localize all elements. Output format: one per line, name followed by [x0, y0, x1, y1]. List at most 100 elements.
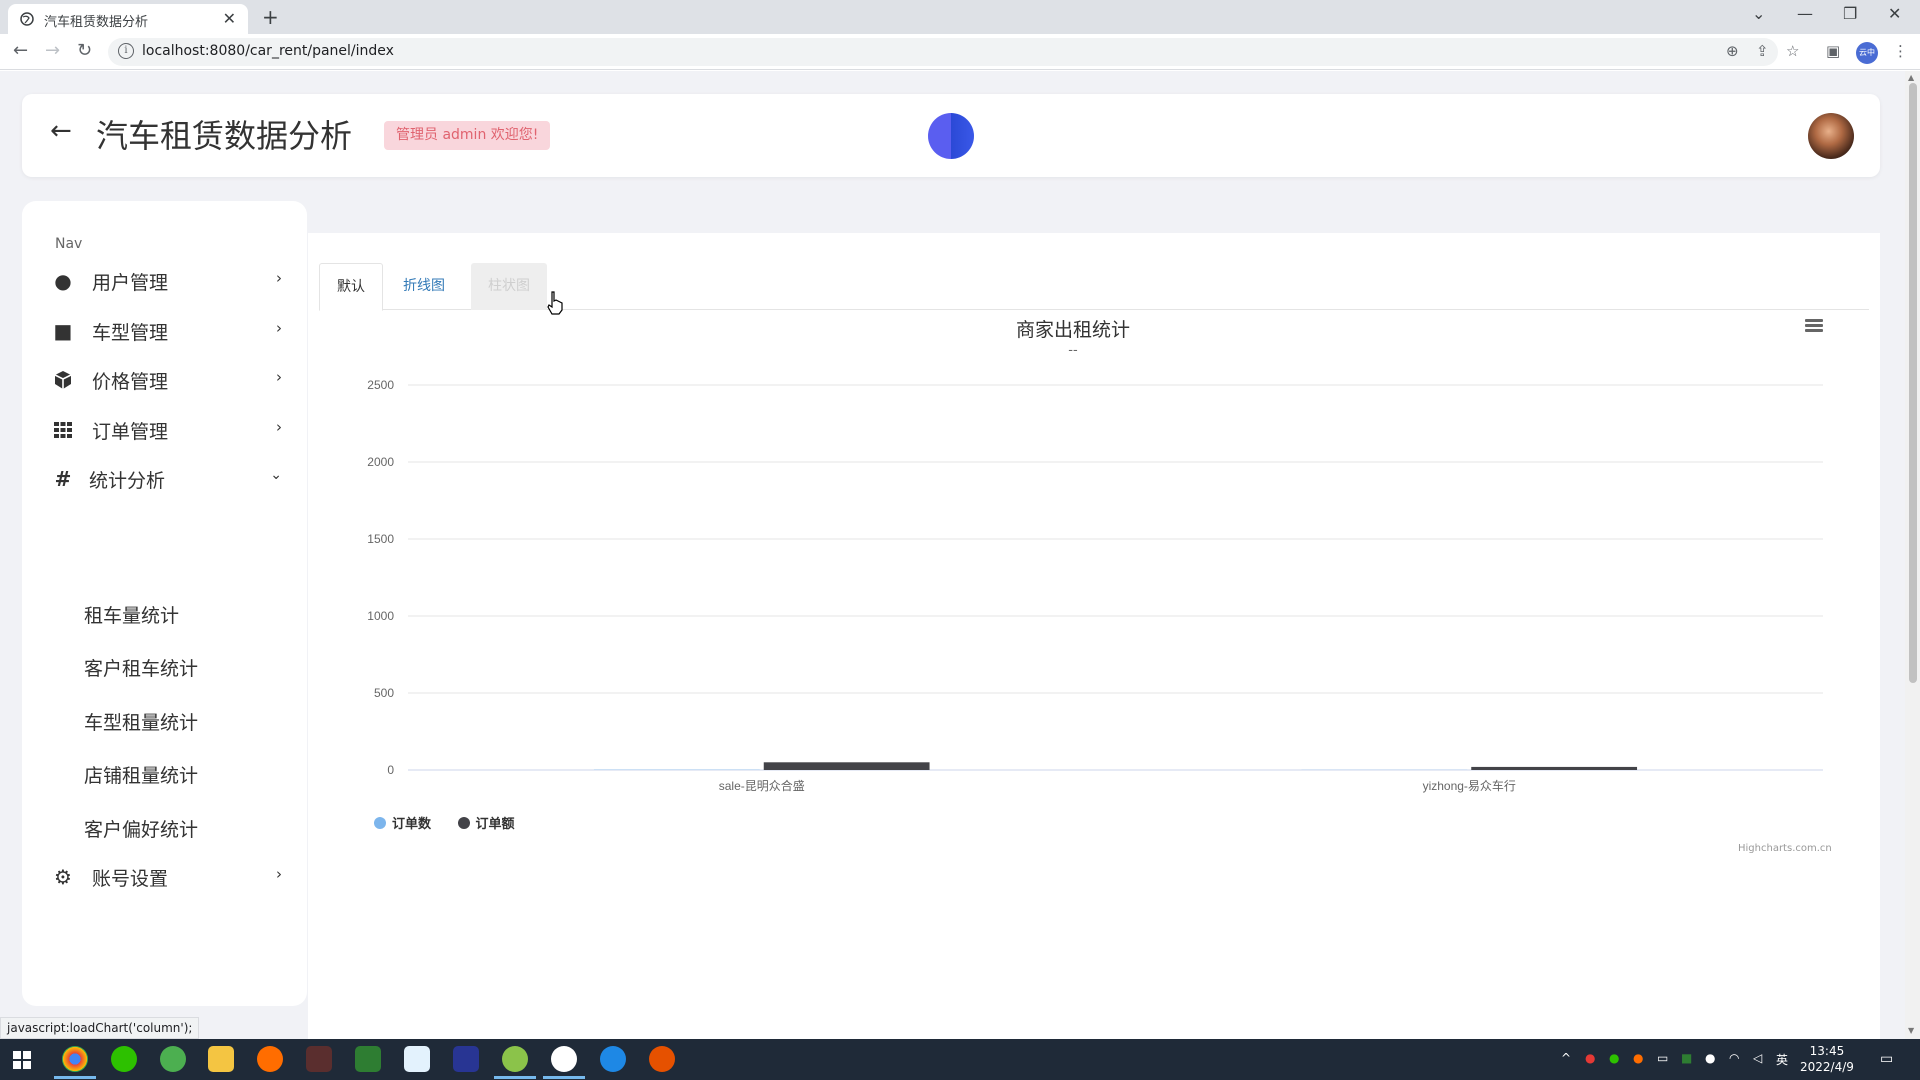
globe-icon — [20, 12, 34, 26]
back-arrow-icon[interactable]: ← — [50, 116, 72, 146]
clock-date: 2022/4/9 — [1800, 1060, 1854, 1074]
folder-app-icon[interactable] — [208, 1046, 234, 1072]
sidebar-item-statistics[interactable]: # 统计分析 ⌄ — [52, 459, 282, 499]
chevron-right-icon: › — [276, 368, 282, 386]
network-app-icon[interactable] — [404, 1046, 430, 1072]
sidebar-subitem-customer-preference[interactable]: 客户偏好统计 — [84, 815, 198, 842]
sidebar-item-order-management[interactable]: 订单管理 › — [52, 410, 282, 450]
chrome-app-icon[interactable] — [54, 1046, 96, 1079]
new-tab-button[interactable]: + — [262, 5, 279, 29]
chart-legend: 订单数 订单额 — [374, 813, 537, 832]
sidebar-subitem-shop-rental[interactable]: 店铺租量统计 — [84, 761, 198, 788]
close-window-button[interactable]: ✕ — [1888, 4, 1901, 23]
welcome-badge: 管理员 admin 欢迎您! — [384, 121, 551, 150]
back-icon[interactable]: ← — [13, 40, 28, 61]
browser-toolbar: ← → ↻ i localhost:8080/car_rent/panel/in… — [0, 34, 1920, 70]
sidebar-subitem-customer-rental[interactable]: 客户租车统计 — [84, 654, 198, 681]
tray-expand-icon[interactable]: ^ — [1561, 1051, 1571, 1065]
sidebar-item-label: 账号设置 — [92, 868, 169, 890]
search-tray-icon[interactable]: ● — [1633, 1051, 1643, 1065]
minimize-button[interactable]: — — [1797, 4, 1813, 23]
os-taskbar: ^ ● ● ● ▭ ■ ● ◠ ◁ 英 13:45 2022/4/9 ▭ — [0, 1039, 1920, 1080]
green-app-icon[interactable] — [160, 1046, 186, 1072]
user-avatar[interactable] — [1808, 113, 1854, 159]
page-header: ← 汽车租赁数据分析 管理员 admin 欢迎您! — [22, 94, 1880, 177]
chevron-right-icon: › — [276, 418, 282, 436]
grid-icon — [54, 422, 72, 438]
game-app-icon[interactable] — [306, 1046, 332, 1072]
loading-spinner-icon — [928, 113, 974, 159]
chart-credits[interactable]: Highcharts.com.cn — [1738, 843, 1832, 854]
bookmark-star-icon[interactable]: ☆ — [1786, 42, 1799, 60]
zoom-icon[interactable]: ⊕ — [1726, 42, 1739, 60]
hash-icon: # — [54, 467, 72, 491]
sidebar-item-car-type-management[interactable]: ■ 车型管理 › — [52, 311, 282, 351]
x-tick-label: sale-昆明众合盛 — [719, 778, 805, 793]
chart-plot: 0 500 1000 1500 2000 2500 sale-昆明众合盛 yizhong-易众… — [367, 378, 1823, 793]
chevron-right-icon: › — [276, 865, 282, 883]
sidebar-subitem-car-type-rental[interactable]: 车型租量统计 — [84, 708, 198, 735]
y-tick-label: 1500 — [367, 532, 394, 546]
editor-app-icon[interactable] — [453, 1046, 479, 1072]
tab-bar-chart[interactable]: 柱状图 — [471, 263, 547, 310]
bar-amount — [1471, 766, 1638, 770]
wechat-app-icon[interactable] — [111, 1046, 137, 1072]
share-icon[interactable]: ⇪ — [1756, 42, 1769, 60]
y-tick-label: 2500 — [367, 378, 394, 392]
spreadsheet-app-icon[interactable] — [355, 1046, 381, 1072]
address-bar[interactable]: i localhost:8080/car_rent/panel/index ⊕ … — [108, 38, 1778, 66]
scroll-down-icon[interactable]: ▼ — [1908, 1026, 1914, 1035]
page-title: 汽车租赁数据分析 — [96, 117, 353, 155]
legend-label: 订单额 — [475, 817, 515, 832]
y-tick-label: 2000 — [367, 455, 394, 469]
profile-avatar[interactable]: 云中 — [1856, 42, 1878, 64]
security-tray-icon[interactable]: ● — [1585, 1051, 1595, 1065]
restore-button[interactable]: ❐ — [1843, 4, 1857, 23]
browser-menu-icon[interactable]: ⋮ — [1893, 42, 1908, 60]
sidebar: Nav ● 用户管理 › ■ 车型管理 › 价格管理 › 订单管理 › # 统计… — [22, 201, 307, 1006]
spring-app-icon[interactable] — [494, 1046, 536, 1079]
legend-marker — [374, 817, 386, 829]
square-icon: ■ — [53, 319, 73, 343]
browser-tab[interactable]: 汽车租赁数据分析 ✕ — [8, 4, 248, 34]
site-info-icon[interactable]: i — [118, 43, 134, 59]
page-scrollbar[interactable]: ▲ ▼ — [1905, 71, 1920, 1039]
record-app-icon[interactable] — [543, 1046, 585, 1079]
windows-start-icon[interactable] — [13, 1051, 31, 1069]
reload-icon[interactable]: ↻ — [77, 40, 92, 61]
wechat-tray-icon[interactable]: ● — [1609, 1051, 1619, 1065]
scroll-up-icon[interactable]: ▲ — [1908, 73, 1914, 82]
sidebar-item-user-management[interactable]: ● 用户管理 › — [52, 261, 282, 301]
chevron-down-icon: ⌄ — [270, 467, 282, 483]
tab-line-chart[interactable]: 折线图 — [386, 263, 462, 310]
tab-default[interactable]: 默认 — [319, 263, 383, 311]
notification-icon[interactable]: ▭ — [1880, 1051, 1893, 1067]
sidebar-item-price-management[interactable]: 价格管理 › — [52, 360, 282, 400]
chevron-right-icon: › — [276, 269, 282, 287]
search-app-icon[interactable] — [257, 1046, 283, 1072]
qq-tray-icon[interactable]: ● — [1705, 1051, 1715, 1065]
usb-tray-icon[interactable]: ▭ — [1657, 1051, 1668, 1065]
taskbar-clock[interactable]: 13:45 2022/4/9 — [1800, 1043, 1854, 1075]
ime-indicator[interactable]: 英 — [1776, 1051, 1788, 1068]
sidebar-item-label: 用户管理 — [92, 272, 169, 294]
side-panel-icon[interactable]: ▣ — [1826, 42, 1840, 60]
close-tab-icon[interactable]: ✕ — [223, 9, 236, 28]
wifi-icon[interactable]: ◠ — [1729, 1051, 1739, 1065]
kk-recorder-app-icon[interactable] — [649, 1046, 675, 1072]
browser-tab-strip: 汽车租赁数据分析 ✕ + ⌄ — ❐ ✕ — [0, 0, 1920, 34]
sidebar-subitem-rental-volume[interactable]: 租车量统计 — [84, 601, 179, 628]
globe-app-icon[interactable] — [600, 1046, 626, 1072]
legend-item-amount[interactable]: 订单额 — [457, 813, 515, 832]
legend-item-orders[interactable]: 订单数 — [374, 813, 431, 832]
volume-icon[interactable]: ◁ — [1753, 1051, 1762, 1065]
url-text[interactable]: localhost:8080/car_rent/panel/index — [142, 43, 394, 59]
green-tray-icon[interactable]: ■ — [1681, 1051, 1692, 1065]
sidebar-item-account-settings[interactable]: ⚙ 账号设置 › — [52, 857, 282, 897]
clock-time: 13:45 — [1809, 1044, 1845, 1058]
tab-search-icon[interactable]: ⌄ — [1752, 4, 1765, 23]
x-tick-label: yizhong-易众车行 — [1423, 778, 1516, 793]
y-tick-label: 500 — [374, 686, 394, 700]
scrollbar-thumb[interactable] — [1909, 83, 1917, 683]
forward-icon[interactable]: → — [45, 40, 60, 61]
